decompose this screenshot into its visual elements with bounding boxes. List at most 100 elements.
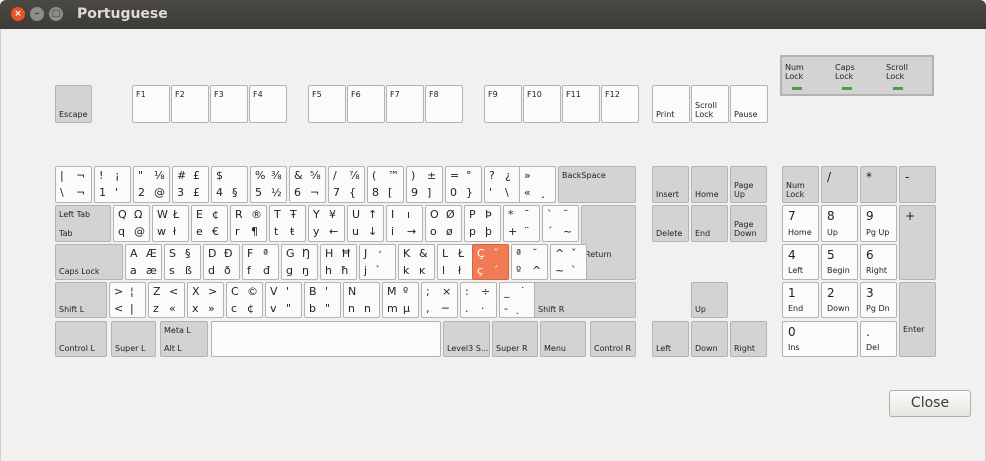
key-r2-5[interactable]: Y ¥ y ← (308, 205, 345, 242)
key-r4-10[interactable]: _˙-̣ (499, 282, 536, 318)
key-r1-4[interactable]: $4 § (211, 166, 248, 203)
key-num-lock[interactable]: Num Lock (782, 166, 819, 203)
key-kp-8[interactable]: 8 Up (821, 205, 858, 242)
key-r1-11[interactable]: ? ¿ ' \ (484, 166, 521, 203)
key-f12[interactable]: F12 (601, 85, 639, 123)
key-r4-5[interactable]: B ' b " (304, 282, 341, 318)
window-maximize-icon[interactable]: □ (49, 7, 63, 21)
key-r1-10[interactable]: = ° 0} (445, 166, 482, 203)
key-caps-lock[interactable]: Caps Lock (55, 244, 123, 280)
key-r3-7[interactable]: K & k ĸ (398, 244, 435, 280)
key-r3-2[interactable]: DÐdð (203, 244, 240, 280)
key-r3-0[interactable]: AÆaæ (125, 244, 162, 280)
key-kp-4[interactable]: 4 Left (782, 244, 819, 280)
key-kp-0[interactable]: 0 Ins (782, 321, 858, 357)
key-page-down[interactable]: Page Down (730, 205, 767, 242)
key-control-left[interactable]: Control L (55, 321, 107, 357)
key-r2-2[interactable]: E ¢ e € (191, 205, 228, 242)
key-r3-3[interactable]: Fªfđ (242, 244, 279, 280)
key-super-right[interactable]: Super R (492, 321, 538, 357)
key-r4-3[interactable]: C © c ¢ (226, 282, 263, 318)
key-arrow-up[interactable]: Up (691, 282, 728, 318)
key-shift-left[interactable]: Shift L (55, 282, 107, 318)
key-r2-6[interactable]: U ↑ u ↓ (347, 205, 384, 242)
key-r3-9[interactable]: Ç ˝ ç ´ (472, 244, 509, 280)
window-close-icon[interactable]: × (11, 7, 25, 21)
key-r1-5[interactable]: % ⅜ 5 ½ (250, 166, 287, 203)
key-r3-10[interactable]: ª ˘ º ^ (511, 244, 548, 280)
key-kp-6[interactable]: 6 Right (860, 244, 897, 280)
key-kp-subtract[interactable]: - (899, 166, 936, 203)
key-kp-decimal[interactable]: . Del (860, 321, 897, 357)
key-home[interactable]: Home (691, 166, 728, 203)
key-r1-12[interactable]: » « ¸ (519, 166, 556, 203)
key-r1-2[interactable]: " ⅛ 2 @ (133, 166, 170, 203)
window-minimize-icon[interactable]: – (30, 7, 44, 21)
key-f5[interactable]: F5 (308, 85, 346, 123)
key-r3-1[interactable]: S § s ß (164, 244, 201, 280)
key-super-left[interactable]: Super L (111, 321, 156, 357)
key-space[interactable] (211, 321, 441, 357)
key-f4[interactable]: F4 (249, 85, 287, 123)
key-r3-5[interactable]: HĦhħ (320, 244, 357, 280)
key-r4-4[interactable]: V ' v " (265, 282, 302, 318)
key-return[interactable]: Return (581, 205, 636, 280)
key-r3-4[interactable]: GŊgŋ (281, 244, 318, 280)
key-arrow-down[interactable]: Down (691, 321, 728, 357)
key-r3-8[interactable]: LŁlł (437, 244, 474, 280)
key-page-up[interactable]: Page Up (730, 166, 767, 203)
key-kp-enter[interactable]: Enter (899, 282, 936, 357)
key-f3[interactable]: F3 (210, 85, 248, 123)
key-arrow-left[interactable]: Left (652, 321, 689, 357)
key-kp-add[interactable]: + (899, 205, 936, 280)
key-r2-1[interactable]: WŁwł (152, 205, 189, 242)
key-kp-multiply[interactable]: * (860, 166, 897, 203)
key-r4-2[interactable]: X > x » (187, 282, 224, 318)
key-r3-11[interactable]: ^ ˇ ~ ` (550, 244, 587, 280)
key-r4-9[interactable]: : ÷. · (460, 282, 497, 318)
key-r2-7[interactable]: Iı i → (386, 205, 423, 242)
key-insert[interactable]: Insert (652, 166, 689, 203)
key-kp-divide[interactable]: / (821, 166, 858, 203)
key-r1-6[interactable]: & ⅝ 6 ¬ (289, 166, 326, 203)
key-r4-8[interactable]: ; ×, ─ (421, 282, 458, 318)
key-backspace[interactable]: BackSpace (558, 166, 636, 203)
key-arrow-right[interactable]: Right (730, 321, 767, 357)
key-scroll[interactable]: Scroll Lock (691, 85, 729, 123)
key-r4-7[interactable]: Mºmµ (382, 282, 419, 318)
key-menu[interactable]: Menu (540, 321, 586, 357)
key-pause[interactable]: Pause (730, 85, 768, 123)
key-f2[interactable]: F2 (171, 85, 209, 123)
key-r2-9[interactable]: PÞpþ (464, 205, 501, 242)
key-kp-9[interactable]: 9 Pg Up (860, 205, 897, 242)
key-r1-3[interactable]: # £3 £ (172, 166, 209, 203)
key-r2-11[interactable]: ` ˘ ´ ~ (542, 205, 579, 242)
key-f6[interactable]: F6 (347, 85, 385, 123)
key-kp-7[interactable]: 7 Home (782, 205, 819, 242)
key-kp-2[interactable]: 2 Down (821, 282, 858, 318)
key-r3-6[interactable]: J̛j̉ (359, 244, 396, 280)
close-button[interactable]: Close (889, 390, 971, 417)
key-r1-1[interactable]: ! ¡ 1 ' (94, 166, 131, 203)
key-meta-alt-left[interactable]: Meta L Alt L (160, 321, 208, 357)
key-f1[interactable]: F1 (132, 85, 170, 123)
key-delete[interactable]: Delete (652, 205, 689, 242)
key-f10[interactable]: F10 (523, 85, 561, 123)
key-f8[interactable]: F8 (425, 85, 463, 123)
key-control-right[interactable]: Control R (590, 321, 636, 357)
key-kp-5[interactable]: 5 Begin (821, 244, 858, 280)
key-r1-7[interactable]: / ⅞ 7 { (328, 166, 365, 203)
key-r2-3[interactable]: R ® r ¶ (230, 205, 267, 242)
key-r2-8[interactable]: OØoø (425, 205, 462, 242)
key-r1-8[interactable]: (™ 8 [ (367, 166, 404, 203)
key-f7[interactable]: F7 (386, 85, 424, 123)
key-f11[interactable]: F11 (562, 85, 600, 123)
key-f9[interactable]: F9 (484, 85, 522, 123)
key-r4-0[interactable]: > ¦ < | (109, 282, 146, 318)
key-r4-6[interactable]: Nnn (343, 282, 380, 318)
key-r1-9[interactable]: ) ±9] (406, 166, 443, 203)
key-level3-shift[interactable]: Level3 S... (443, 321, 490, 357)
key-r2-4[interactable]: TŦtŧ (269, 205, 306, 242)
key-escape[interactable]: Escape (55, 85, 92, 123)
key-r2-10[interactable]: * ¯ + ¨ (503, 205, 540, 242)
